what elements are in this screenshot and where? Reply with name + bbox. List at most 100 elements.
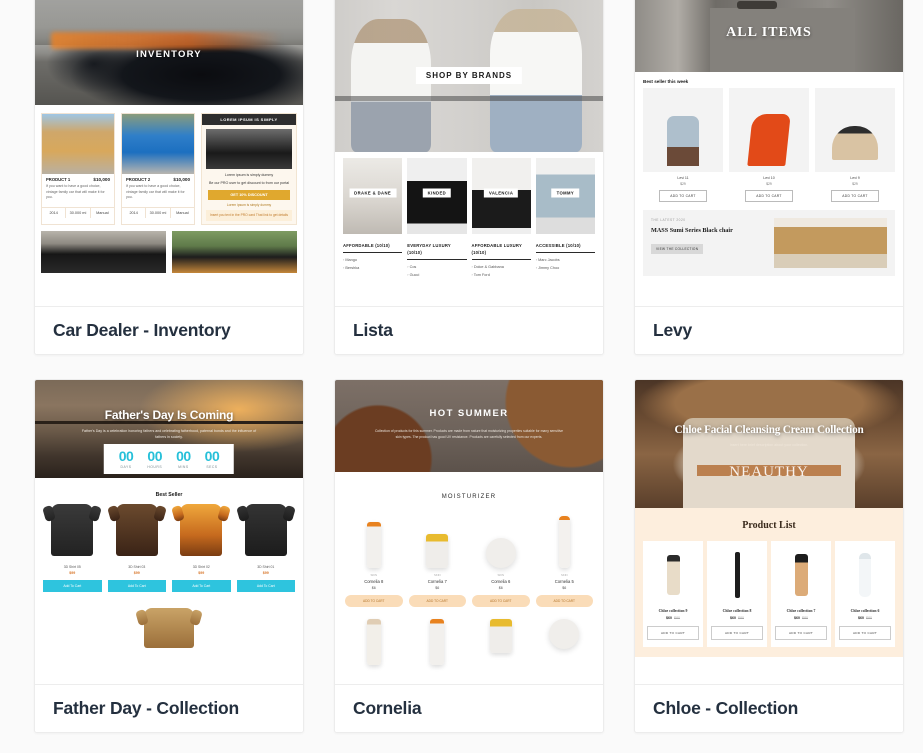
product-image	[472, 504, 530, 568]
product-eyebrow: SKIN	[370, 573, 378, 577]
brand-tile[interactable]: TOMMY	[535, 158, 595, 234]
brand-column: AFFORDABLE (10/10) Mango Bershka	[343, 242, 403, 280]
product-image	[729, 88, 809, 172]
template-preview-lista[interactable]: SHOP BY BRANDS DRAKE & DANE KINDED VALEN…	[335, 0, 603, 306]
countdown-unit: 00 SECS	[198, 449, 227, 469]
brand-label: DRAKE & DANE	[349, 188, 397, 198]
product-image	[815, 88, 895, 172]
product-image	[409, 619, 467, 665]
product-card[interactable]: 3D Shirt 05 $99 Add To Cart	[43, 504, 102, 592]
product-card[interactable]: PRODUCT 2 $10,000 If you want to have a …	[121, 113, 195, 225]
template-card-cornelia[interactable]: HOT SUMMER Collection of products for th…	[334, 379, 604, 733]
template-card-father-day[interactable]: Father's Day Is Coming Father's Day is a…	[34, 379, 304, 733]
column-item[interactable]: Bershka	[343, 265, 402, 273]
product-card[interactable]: Levi 10 $29 ADD TO CART	[729, 88, 809, 202]
product-name: Chloe collection 6	[850, 609, 880, 613]
template-preview-car-dealer[interactable]: INVENTORY PRODUCT 1 $10,000 If you want …	[35, 0, 303, 306]
add-to-cart-button[interactable]: ADD TO CART	[831, 190, 879, 202]
countdown-label: MINS	[178, 465, 189, 469]
product-image	[237, 504, 296, 560]
column-heading: AFFORDABLE (10/10)	[343, 243, 390, 248]
add-to-cart-button[interactable]: ADD TO CART	[345, 595, 403, 607]
card-footer: Chloe - Collection	[635, 684, 903, 732]
template-preview-chloe[interactable]: NEAUTHY Chloe Facial Cleansing Cream Col…	[635, 380, 903, 684]
product-name: 3D Shirt 01	[257, 565, 275, 569]
column-item[interactable]: Mango	[343, 257, 402, 265]
promo-sidebar: LOREM IPSUM IS SIMPLY Lorem ipsum is sim…	[201, 113, 297, 225]
column-item[interactable]: Cos	[407, 264, 466, 272]
brand-tile[interactable]: KINDED	[407, 158, 467, 234]
add-to-cart-button[interactable]: ADD TO CART	[535, 595, 593, 607]
promo-image	[206, 129, 292, 169]
column-heading: EVERYDAY LUXURY (10/10)	[407, 243, 451, 256]
product-card[interactable]: Levi 11 $29 ADD TO CART	[643, 88, 723, 202]
promo-heading: LOREM IPSUM IS SIMPLY	[202, 114, 296, 125]
product-card[interactable]: Chloe collection 6 $60 $80 ADD TO CART	[835, 541, 895, 647]
template-preview-father-day[interactable]: Father's Day Is Coming Father's Day is a…	[35, 380, 303, 684]
column-item[interactable]: Dolce & Gabbana	[472, 264, 531, 272]
column-item[interactable]: Jimmy Choo	[536, 265, 595, 273]
countdown-label: SECS	[206, 465, 218, 469]
product-name: 3D Shirt 05	[63, 565, 81, 569]
product-card[interactable]: 3D Shirt 01 $99 Add To Cart	[236, 504, 296, 592]
template-card-car-dealer[interactable]: INVENTORY PRODUCT 1 $10,000 If you want …	[34, 0, 304, 355]
add-to-cart-button[interactable]: Add To Cart	[43, 580, 102, 592]
product-card[interactable]: 3D Shirt 02 $99 Add To Cart	[172, 504, 231, 592]
promo-eyebrow: THE LATEST 2020	[651, 218, 686, 222]
product-card[interactable]: 3D Shirt 03 $99 Add To Cart	[107, 504, 167, 592]
product-image	[41, 230, 166, 273]
add-to-cart-button[interactable]: ADD TO CART	[408, 595, 466, 607]
countdown-value: 00	[118, 448, 134, 464]
brand-tile[interactable]: DRAKE & DANE	[343, 158, 403, 234]
product-card[interactable]: Chloe collection 8 $60 $80 ADD TO CART	[707, 541, 767, 647]
product-name: 3D Shirt 03	[128, 565, 146, 569]
column-item[interactable]: Gucci	[407, 272, 466, 280]
column-item[interactable]: Marc Jacobs	[536, 257, 595, 265]
add-to-cart-button[interactable]: ADD TO CART	[647, 626, 699, 640]
add-to-cart-button[interactable]: ADD TO CART	[839, 626, 891, 640]
add-to-cart-button[interactable]: Add To Cart	[107, 580, 166, 592]
add-to-cart-button[interactable]: ADD TO CART	[472, 595, 530, 607]
hero-banner: HOT SUMMER Collection of products for th…	[335, 380, 603, 472]
product-image	[536, 504, 594, 568]
template-preview-cornelia[interactable]: HOT SUMMER Collection of products for th…	[335, 380, 603, 684]
card-title: Father Day - Collection	[53, 698, 239, 718]
add-to-cart-button[interactable]: ADD TO CART	[711, 626, 763, 640]
promo-banner[interactable]: THE LATEST 2020 MASS Sumi Series Black c…	[643, 210, 895, 276]
template-card-lista[interactable]: SHOP BY BRANDS DRAKE & DANE KINDED VALEN…	[334, 0, 604, 355]
brand-column: EVERYDAY LUXURY (10/10) Cos Gucci	[407, 242, 467, 280]
product-name: PRODUCT 2	[126, 177, 151, 182]
product-price: $99	[69, 571, 76, 575]
card-title: Cornelia	[353, 698, 422, 718]
model-figure	[351, 18, 432, 152]
product-image	[409, 504, 467, 568]
product-eyebrow: SKIN	[497, 573, 505, 577]
promo-button[interactable]: VIEW THE COLLECTION	[651, 244, 704, 255]
product-name: Cornelia 7	[427, 579, 447, 584]
add-to-cart-button[interactable]: Add To Cart	[172, 580, 231, 592]
add-to-cart-button[interactable]: ADD TO CART	[659, 190, 707, 202]
product-card[interactable]: SKIN Cornelia 6 $6 ADD TO CART	[472, 504, 530, 607]
add-to-cart-button[interactable]: ADD TO CART	[745, 190, 793, 202]
product-card[interactable]: Levi 9 $29 ADD TO CART	[815, 88, 895, 202]
divider	[407, 259, 467, 261]
brand-tile[interactable]: VALENCIA	[471, 158, 531, 234]
add-to-cart-button[interactable]: ADD TO CART	[775, 626, 827, 640]
product-card[interactable]: Chloe collection 7 $60 $80 ADD TO CART	[771, 541, 831, 647]
product-card[interactable]: Chloe collection 9 $60 $80 ADD TO CART	[643, 541, 703, 647]
template-preview-levy[interactable]: ALL ITEMS Best seller this week Levi 11 …	[635, 0, 903, 306]
template-card-levy[interactable]: ALL ITEMS Best seller this week Levi 11 …	[634, 0, 904, 355]
product-card[interactable]: SKIN Cornelia 8 $6 ADD TO CART	[345, 504, 403, 607]
product-card[interactable]: SKIN Cornelia 7 $6 ADD TO CART	[408, 504, 467, 607]
hero-description: Father's Day is a celebration honoring f…	[81, 429, 257, 440]
promo-button[interactable]: GET 10% DISCOUNT	[208, 189, 290, 200]
product-image	[108, 504, 167, 560]
template-card-chloe[interactable]: NEAUTHY Chloe Facial Cleansing Cream Col…	[634, 379, 904, 733]
product-image	[172, 230, 297, 273]
column-item[interactable]: Tom Ford	[472, 272, 531, 280]
product-name: Chloe collection 9	[658, 609, 688, 613]
product-card[interactable]: SKIN Cornelia 5 $6 ADD TO CART	[535, 504, 594, 607]
product-card[interactable]: PRODUCT 1 $10,000 If you want to have a …	[41, 113, 115, 225]
add-to-cart-button[interactable]: Add To Cart	[236, 580, 295, 592]
product-spec: Manual	[169, 207, 194, 218]
